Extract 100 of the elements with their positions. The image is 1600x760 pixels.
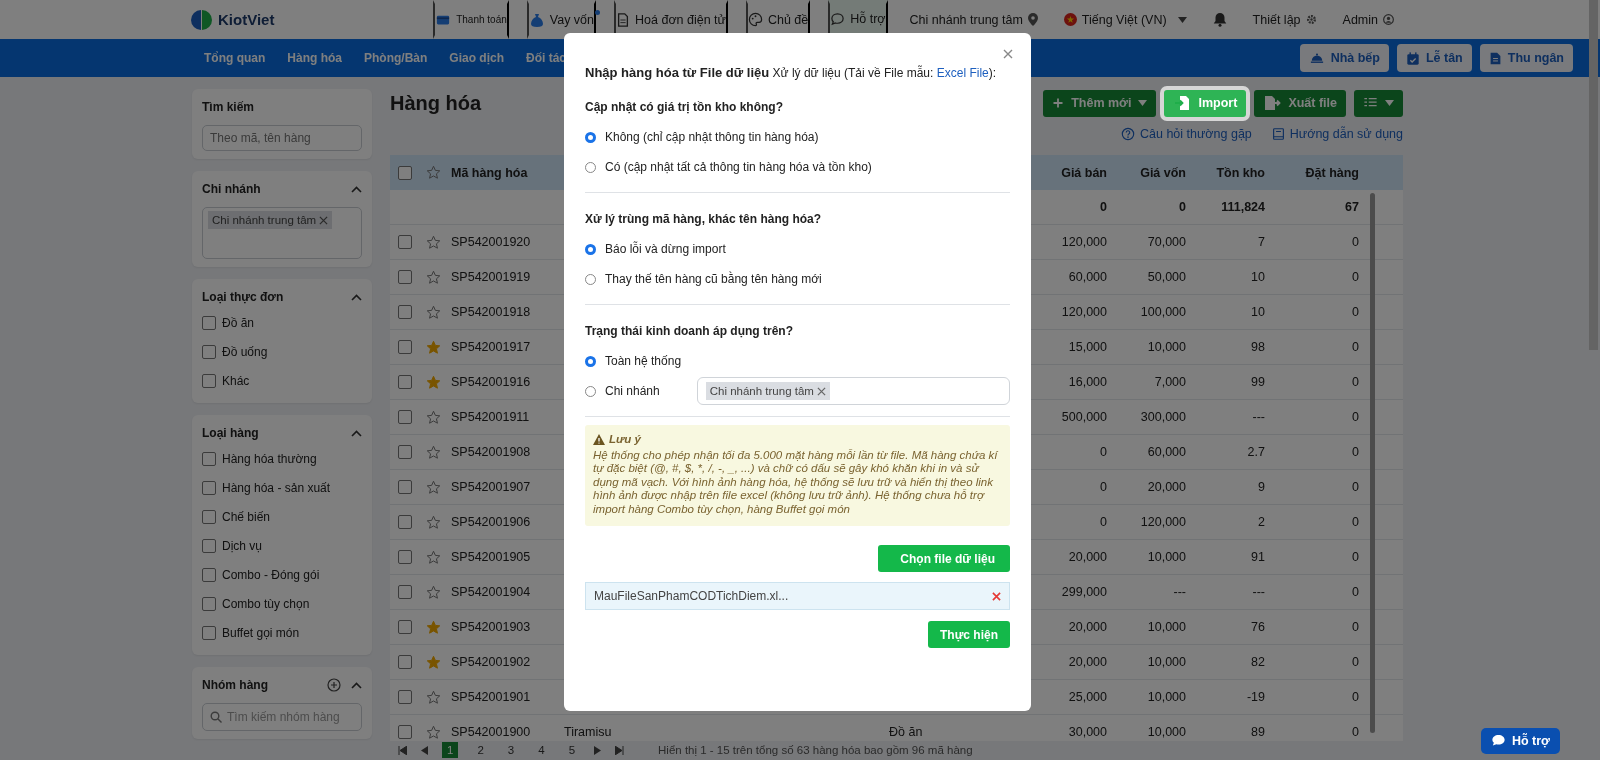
branch-field[interactable]: Chi nhánh trung tâm: [202, 207, 362, 259]
checkbox[interactable]: [202, 509, 216, 524]
checkbox[interactable]: [202, 625, 216, 640]
radio-label[interactable]: Toàn hệ thống: [605, 354, 682, 368]
checkbox[interactable]: [398, 585, 412, 599]
checkbox[interactable]: [398, 375, 412, 389]
chevron-icon[interactable]: [351, 681, 362, 689]
nav-item[interactable]: Đối tác: [526, 51, 567, 65]
checkbox-label[interactable]: Dịch vụ: [222, 538, 262, 553]
radio-button[interactable]: [585, 243, 596, 255]
checkbox[interactable]: [398, 270, 412, 284]
checkbox-label[interactable]: Chế biến: [222, 509, 271, 524]
checkbox-label[interactable]: Hàng hóa - sản xuất: [222, 480, 331, 495]
checkbox-label[interactable]: Combo - Đóng gói: [222, 567, 320, 582]
chevron-icon[interactable]: [351, 293, 362, 301]
radio-label[interactable]: Không (chỉ cập nhật thông tin hàng hóa): [605, 130, 819, 144]
nav-item[interactable]: Hàng hóa: [287, 51, 342, 65]
checkbox[interactable]: [398, 480, 412, 494]
checkbox[interactable]: [398, 620, 412, 634]
checkbox[interactable]: [398, 165, 412, 180]
star-icon[interactable]: [426, 304, 441, 320]
page-button[interactable]: 4: [533, 742, 550, 758]
star-icon[interactable]: [426, 584, 441, 600]
settings-link[interactable]: Thiết lập: [1252, 12, 1301, 27]
checkbox[interactable]: [202, 451, 216, 466]
radio-button[interactable]: [585, 131, 596, 143]
checkbox[interactable]: [202, 596, 216, 611]
column-header[interactable]: Tồn kho: [1194, 165, 1273, 180]
checkbox[interactable]: [398, 655, 412, 669]
template-link[interactable]: Excel File: [936, 66, 989, 80]
action-button[interactable]: Thêm mới: [1043, 89, 1157, 117]
branch-field[interactable]: Chi nhánh trung tâm: [696, 377, 1010, 405]
chevron-icon[interactable]: [351, 429, 362, 437]
checkbox[interactable]: [398, 445, 412, 459]
help-link[interactable]: Câu hỏi thường gặp: [1140, 127, 1252, 141]
checkbox-label[interactable]: Khác: [222, 373, 250, 388]
radio-button[interactable]: [585, 385, 596, 397]
checkbox[interactable]: [398, 410, 412, 424]
scrollbar[interactable]: [1370, 193, 1375, 733]
checkbox[interactable]: [398, 235, 412, 249]
star-icon[interactable]: [426, 724, 441, 740]
star-icon[interactable]: [426, 374, 441, 390]
star-icon[interactable]: [426, 479, 441, 495]
nav-button[interactable]: Nhà bếp: [1299, 44, 1389, 72]
star-icon[interactable]: [426, 654, 441, 670]
star-icon[interactable]: [426, 409, 441, 425]
nav-item[interactable]: Giao dịch: [449, 51, 504, 65]
star-icon[interactable]: [426, 444, 441, 460]
star-icon[interactable]: [426, 549, 441, 565]
checkbox-label[interactable]: Buffet gọi món: [222, 625, 300, 640]
checkbox[interactable]: [202, 373, 216, 388]
star-icon[interactable]: [426, 689, 441, 705]
action-button[interactable]: Xuất file: [1254, 89, 1346, 117]
star-icon[interactable]: [426, 339, 441, 355]
checkbox[interactable]: [202, 315, 216, 330]
star-icon[interactable]: [426, 514, 441, 530]
radio-button[interactable]: [585, 161, 596, 173]
checkbox[interactable]: [202, 480, 216, 495]
checkbox[interactable]: [398, 725, 412, 739]
checkbox[interactable]: [398, 340, 412, 354]
choose-file-button[interactable]: Chọn file dữ liệu: [878, 545, 1010, 572]
nav-button[interactable]: Lễ tân: [1396, 44, 1472, 72]
submit-button[interactable]: Thực hiện: [927, 621, 1010, 648]
column-header[interactable]: Đặt hàng: [1273, 165, 1367, 180]
nav-item[interactable]: Tổng quan: [204, 51, 266, 65]
page-button[interactable]: 3: [502, 742, 520, 758]
page-button[interactable]: 5: [563, 742, 581, 758]
checkbox[interactable]: [398, 305, 412, 319]
star-icon[interactable]: [426, 234, 441, 250]
nav-item[interactable]: Phòng/Bàn: [364, 51, 428, 65]
chevron-icon[interactable]: [351, 185, 362, 193]
checkbox[interactable]: [202, 567, 216, 582]
radio-button[interactable]: [585, 355, 596, 367]
checkbox[interactable]: [398, 550, 412, 564]
page-button[interactable]: 2: [472, 742, 489, 758]
scrollbar[interactable]: [1589, 0, 1598, 350]
help-link[interactable]: Hướng dẫn sử dụng: [1289, 127, 1403, 141]
star-icon[interactable]: [426, 269, 441, 285]
checkbox[interactable]: [202, 344, 216, 359]
branch-selector[interactable]: Chi nhánh trung tâm: [909, 12, 1023, 27]
radio-label[interactable]: Báo lỗi và dừng import: [605, 242, 726, 256]
checkbox[interactable]: [202, 538, 216, 553]
language-selector[interactable]: Tiếng Việt (VN): [1081, 12, 1167, 27]
radio-label[interactable]: Chi nhánh: [605, 384, 660, 398]
checkbox-label[interactable]: Hàng hóa thường: [222, 451, 317, 466]
checkbox-label[interactable]: Đồ ăn: [222, 315, 255, 330]
radio-button[interactable]: [585, 273, 596, 285]
checkbox[interactable]: [398, 690, 412, 704]
checkbox[interactable]: [398, 515, 412, 529]
column-menu-button[interactable]: [1354, 89, 1403, 117]
user-menu[interactable]: Admin: [1342, 12, 1378, 27]
checkbox-label[interactable]: Đồ uống: [222, 344, 268, 359]
radio-label[interactable]: Thay thế tên hàng cũ bằng tên hàng mới: [605, 272, 822, 286]
column-header[interactable]: Giá vốn: [1115, 165, 1194, 180]
checkbox-label[interactable]: Combo tùy chọn: [222, 596, 310, 611]
page-button[interactable]: 1: [442, 742, 459, 758]
support-button[interactable]: Hỗ trợ: [1480, 728, 1560, 754]
column-header[interactable]: Mã hàng hóa: [447, 165, 560, 180]
search-field[interactable]: Theo mã, tên hàng: [202, 125, 362, 151]
star-icon[interactable]: [426, 619, 441, 635]
